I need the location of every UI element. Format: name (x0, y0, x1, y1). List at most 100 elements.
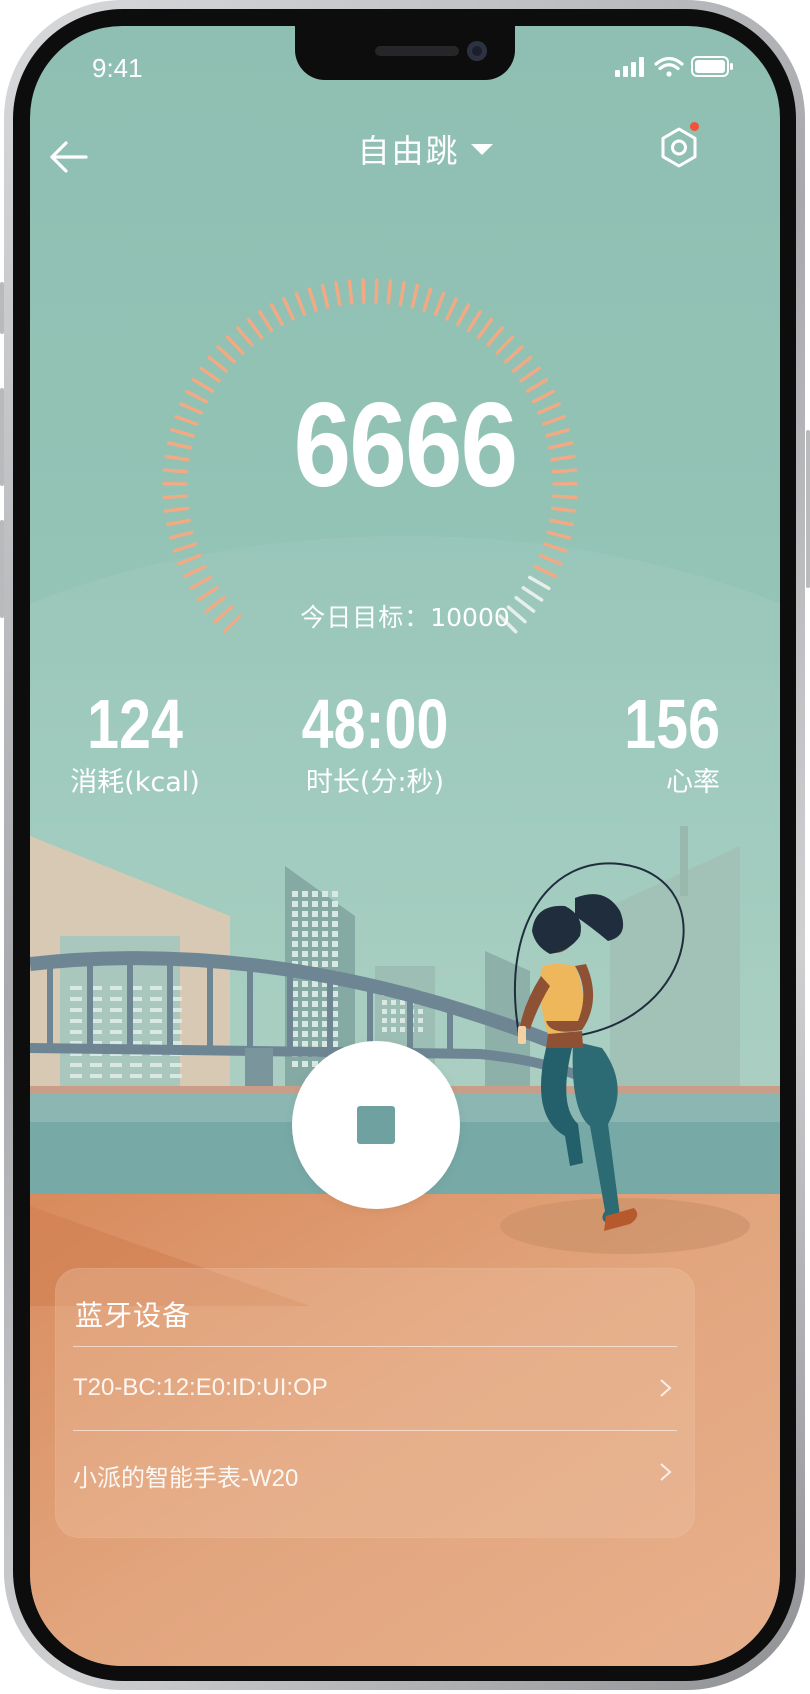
gauge-tick (422, 287, 433, 312)
window (292, 931, 298, 937)
window (292, 921, 298, 927)
stat-heart-rate: 156 心率 (590, 686, 720, 800)
signal-icon (615, 57, 644, 77)
window (391, 1027, 396, 1032)
window (322, 941, 328, 947)
status-time: 9:41 (92, 53, 143, 83)
window (170, 1074, 182, 1078)
window (382, 1000, 387, 1005)
gauge-tick (307, 287, 318, 312)
stop-button[interactable] (292, 1041, 460, 1209)
gauge-tick (162, 494, 189, 500)
window (302, 1021, 308, 1027)
window (110, 1019, 122, 1023)
building (680, 826, 688, 896)
gauge-tick (549, 518, 575, 527)
window (302, 1001, 308, 1007)
window (150, 1008, 162, 1012)
gauge-tick (542, 542, 568, 553)
shadow (500, 1198, 750, 1254)
stop-icon (357, 1106, 395, 1144)
window (302, 951, 308, 957)
divider (73, 1430, 677, 1431)
window (418, 1027, 423, 1032)
window (150, 986, 162, 990)
gauge-tick (361, 278, 366, 304)
gauge-tick (207, 355, 229, 373)
gauge-tick (511, 355, 533, 373)
window (418, 1009, 423, 1014)
window (150, 1019, 162, 1023)
gauge-tick (196, 586, 219, 602)
window (70, 1019, 82, 1023)
gauge-tick (495, 335, 515, 355)
window (302, 931, 308, 937)
window (382, 1009, 387, 1014)
window (312, 1021, 318, 1027)
app-screen: 9:41 自由跳 6666 今日目标：10000 124 消耗(kcal) 48… (30, 26, 780, 1666)
stat-calories: 124 消耗(kcal) (60, 686, 210, 800)
goal-value: 10000 (430, 603, 510, 632)
window (312, 901, 318, 907)
side-button (0, 282, 4, 334)
window (322, 951, 328, 957)
window (302, 941, 308, 947)
bluetooth-title: 蓝牙设备 (75, 1299, 192, 1332)
gear-icon[interactable] (652, 122, 706, 176)
window (332, 901, 338, 907)
window (150, 1041, 162, 1045)
device-item[interactable]: T20-BC:12:E0:ID:UI:OP (55, 1348, 695, 1432)
window (312, 1001, 318, 1007)
window (400, 1018, 405, 1023)
window (292, 901, 298, 907)
goal-label: 今日目标： (300, 603, 431, 632)
window (70, 1063, 82, 1067)
gauge-tick (466, 310, 482, 333)
gauge-tick (334, 281, 342, 307)
gauge-tick (170, 428, 195, 438)
gauge-tick (179, 402, 203, 415)
window (382, 1027, 387, 1032)
stat-value: 48:00 (301, 685, 449, 763)
chevron-right-icon (660, 1463, 672, 1481)
phone-mockup: 9:41 自由跳 6666 今日目标：10000 124 消耗(kcal) 48… (0, 0, 810, 1694)
window (322, 911, 328, 917)
back-arrow-icon[interactable] (44, 132, 94, 182)
window (110, 1008, 122, 1012)
gauge-tick (398, 281, 406, 307)
gauge-tick (456, 303, 471, 327)
window (302, 991, 308, 997)
window (332, 951, 338, 957)
device-item[interactable]: 小派的智能手表-W20 (55, 1432, 695, 1516)
page-title: 自由跳 (357, 132, 460, 170)
window (110, 986, 122, 990)
window (70, 1074, 82, 1078)
gauge-tick (225, 335, 245, 355)
window (110, 1063, 122, 1067)
wifi-icon (654, 56, 684, 77)
mode-selector[interactable]: 自由跳 (300, 126, 550, 176)
window (150, 1030, 162, 1034)
window (110, 997, 122, 1001)
window (382, 1018, 387, 1023)
window (110, 1030, 122, 1034)
gauge-tick (199, 366, 221, 383)
gauge-tick (177, 553, 202, 566)
window (302, 891, 308, 897)
window (332, 931, 338, 937)
gauge-tick (347, 279, 354, 305)
window (332, 891, 338, 897)
gauge-tick (204, 595, 226, 613)
window (312, 981, 318, 987)
window (312, 961, 318, 967)
window (400, 1027, 405, 1032)
window (312, 931, 318, 937)
window (90, 1063, 102, 1067)
window (391, 1000, 396, 1005)
gauge-tick (166, 441, 192, 450)
gauge-tick (410, 283, 420, 309)
bluetooth-panel: 蓝牙设备 T20-BC:12:E0:ID:UI:OP 小派的智能手表-W20 (55, 1268, 695, 1538)
window (302, 921, 308, 927)
window (70, 997, 82, 1001)
window (322, 921, 328, 927)
